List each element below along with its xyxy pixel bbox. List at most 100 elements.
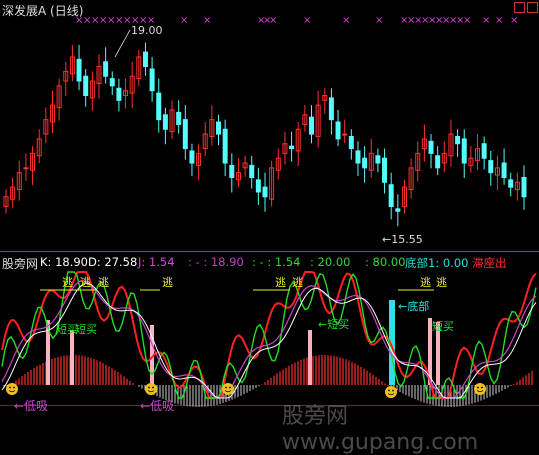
cross-marker: × [303,15,311,26]
signal-bar [308,330,312,385]
smiley-eye [9,386,11,389]
readout-7: 底部1: 0.00 [405,256,469,270]
escape-signal: 逃 [292,276,303,289]
candle-body [162,114,168,130]
low-suck-signal: ←低吸 [14,399,48,413]
candle-body [501,162,507,178]
smiley-eye [229,386,231,389]
candle-body [83,75,89,97]
candle-body [23,167,29,170]
candle-body [488,160,494,174]
watermark: 股旁网 www.gupang.com [282,404,479,455]
readout-6: : 80.00 [365,255,406,269]
candle-body [308,116,314,135]
candle-body [521,176,527,198]
smiley-eye [225,386,227,389]
candle-body [328,97,334,121]
smiley-eye [481,386,483,389]
cross-marker: × [510,15,518,26]
escape-signal: 逃 [98,276,109,289]
candle-body [103,61,109,77]
readout-8: 滞座出 [472,256,507,270]
smiley-icon [6,383,18,395]
readout-2: J: 1.54 [138,255,175,269]
candle-body [461,138,467,164]
cross-marker: × [495,15,503,26]
bottom-signal: ←底部 [398,299,429,313]
candle-body [109,78,115,87]
high-label: 19.00 [131,24,163,37]
short-buy-signal: 短买 [432,319,454,333]
readout-1: D: 27.58 [88,255,138,269]
smiley-icon [385,386,397,398]
low-label: ←15.55 [382,233,423,246]
cross-marker: × [203,15,211,26]
candle-body [342,133,348,136]
candle-body [335,121,341,140]
cross-marker: × [375,15,383,26]
smiley-face [6,383,18,395]
candle-body [262,186,268,198]
cross-marker: × [463,15,471,26]
candle-body [388,184,394,207]
candle-body [156,92,162,121]
signal-bar [70,330,74,385]
cross-marker: × [180,15,188,26]
candle-body [435,155,441,169]
smiley-face [222,383,234,395]
candle-body [149,68,155,92]
candle-body [348,136,354,150]
high-pointer [114,29,131,58]
candle-body [255,179,261,193]
escape-signal: 逃 [162,276,173,289]
restore-window-icon[interactable] [514,2,525,13]
candle-body [76,58,82,82]
smiley-eye [477,386,479,389]
candle-body [395,208,401,212]
candle-body [428,140,434,154]
candle-body [142,51,148,68]
readout-5: : 20.00 [310,255,351,269]
candle-body [222,128,228,164]
candle-body [216,121,222,135]
candle-body [362,157,368,169]
short-buy-signal: 短买 [75,322,97,336]
candle-body [375,155,381,164]
escape-signal: 逃 [80,276,91,289]
escape-signal: 逃 [62,276,73,289]
close-window-icon[interactable] [527,2,538,13]
readout-0: K: 18.90 [40,255,88,269]
readout-4: : - : 1.54 [252,255,301,269]
indicator-readouts: K: 18.90 D: 27.58 J: 1.54 : - : 18.90 : - : … [40,255,539,271]
smiley-eye [152,386,154,389]
cross-marker: × [482,15,490,26]
cross-marker: × [269,15,277,26]
low-suck-signal: ←低吸 [140,399,174,413]
candle-body [116,87,122,101]
smiley-face [145,383,157,395]
cross-marker: × [342,15,350,26]
candle-body [355,150,361,164]
escape-signal: 逃 [275,276,286,289]
readout-3: : - : 18.90 [188,255,244,269]
candle-body [249,164,255,178]
smiley-face [474,383,486,395]
escape-signal: 逃 [436,276,447,289]
smiley-face [385,386,397,398]
candle-body [289,145,295,150]
candle-body [229,164,235,178]
indicator-name: 股旁网 [2,257,39,271]
candle-body [382,157,388,183]
chart-title: 深发展A (日线) [2,4,84,18]
smiley-icon [222,383,234,395]
candle-body [176,111,182,125]
smiley-eye [148,386,150,389]
smiley-eye [392,389,394,392]
candle-body [481,143,487,159]
smiley-eye [388,389,390,392]
candle-body [189,150,195,164]
candle-body [455,136,461,145]
smiley-icon [145,383,157,395]
smiley-eye [13,386,15,389]
smiley-icon [474,383,486,395]
